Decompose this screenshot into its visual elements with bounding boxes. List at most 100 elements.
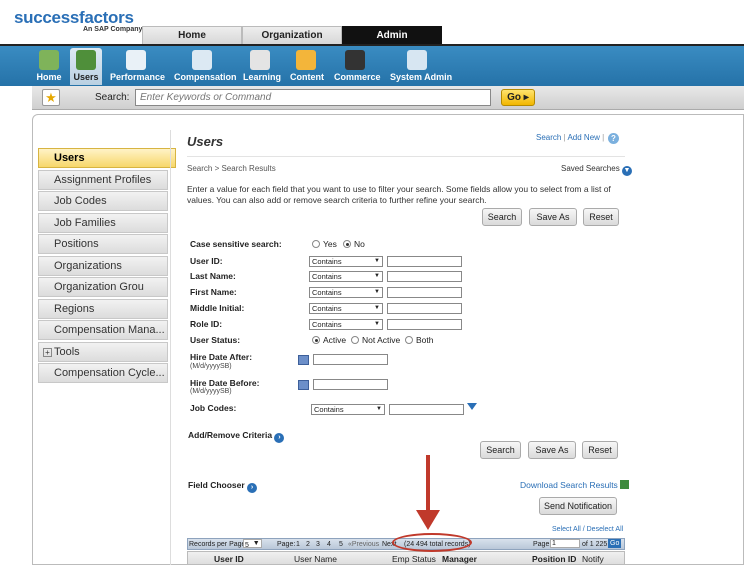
nav-commerce[interactable]: Commerce bbox=[334, 48, 381, 85]
hire-date-after-format: (M/d/yyyySB) bbox=[190, 363, 232, 370]
sidebar-item-organizations[interactable]: Organizations bbox=[38, 255, 168, 276]
job-codes-label: Job Codes: bbox=[190, 403, 237, 413]
status-both-radio[interactable]: Both bbox=[405, 335, 434, 345]
nav-home[interactable]: Home bbox=[34, 48, 64, 85]
nav-users[interactable]: Users bbox=[70, 48, 102, 85]
sidebar-item-compensation-management[interactable]: Compensation Mana... bbox=[38, 320, 168, 340]
hire-date-after-label: Hire Date After: bbox=[190, 352, 253, 362]
tab-home[interactable]: Home bbox=[142, 26, 242, 45]
save-as-button-bottom[interactable]: Save As bbox=[528, 441, 576, 459]
sidebar-item-tools[interactable]: + Tools bbox=[38, 341, 168, 362]
add-remove-criteria-link[interactable]: Add/Remove Criteria › bbox=[188, 430, 285, 443]
learning-icon bbox=[250, 50, 270, 70]
first-name-operator-select[interactable]: Contains ▼ bbox=[309, 287, 383, 298]
compensation-icon bbox=[192, 50, 212, 70]
records-per-page-select[interactable]: 5 ▼ bbox=[243, 539, 262, 549]
first-name-input[interactable] bbox=[387, 287, 462, 298]
sidebar-item-positions[interactable]: Positions bbox=[38, 234, 168, 254]
system-admin-icon bbox=[407, 50, 427, 70]
column-notify[interactable]: Notify bbox=[582, 554, 604, 564]
user-status-label: User Status: bbox=[190, 335, 241, 345]
sidebar-item-job-families[interactable]: Job Families bbox=[38, 212, 168, 233]
tab-admin[interactable]: Admin bbox=[342, 26, 442, 45]
middle-initial-label: Middle Initial: bbox=[190, 303, 245, 313]
content-icon bbox=[296, 50, 316, 70]
tab-organization[interactable]: Organization bbox=[242, 26, 342, 45]
top-tabs: Home Organization Admin bbox=[142, 26, 442, 45]
go-button[interactable]: Go ▸ bbox=[501, 89, 535, 106]
column-emp-status[interactable]: Emp Status bbox=[392, 554, 436, 564]
hire-date-before-label: Hire Date Before: bbox=[190, 378, 260, 388]
role-id-label: Role ID: bbox=[190, 319, 223, 329]
page-link-5[interactable]: 5 bbox=[339, 541, 343, 548]
status-not-active-radio[interactable]: Not Active bbox=[351, 335, 400, 345]
nav-compensation[interactable]: Compensation bbox=[174, 48, 237, 85]
title-separator bbox=[187, 156, 625, 157]
caret-down-icon: ▼ bbox=[374, 258, 380, 264]
last-name-operator-select[interactable]: Contains ▼ bbox=[309, 271, 383, 282]
hire-date-after-input[interactable] bbox=[313, 354, 388, 365]
column-manager[interactable]: Manager bbox=[442, 554, 477, 564]
send-notification-button[interactable]: Send Notification bbox=[539, 497, 617, 515]
search-button-bottom[interactable]: Search bbox=[480, 441, 521, 459]
nav-content[interactable]: Content bbox=[290, 48, 324, 85]
last-name-input[interactable] bbox=[387, 271, 462, 282]
role-id-input[interactable] bbox=[387, 319, 462, 330]
nav-learning[interactable]: Learning bbox=[243, 48, 281, 85]
page-link-3[interactable]: 3 bbox=[316, 541, 320, 548]
hire-date-before-input[interactable] bbox=[313, 379, 388, 390]
field-chooser-link[interactable]: Field Chooser › bbox=[188, 480, 258, 493]
caret-down-icon: ▼ bbox=[376, 406, 382, 412]
page-number-input[interactable]: 1 bbox=[550, 539, 580, 548]
page-link-2[interactable]: 2 bbox=[306, 541, 310, 548]
filter-icon[interactable] bbox=[467, 403, 477, 410]
case-yes-radio[interactable]: Yes bbox=[312, 239, 337, 249]
page-link-4[interactable]: 4 bbox=[327, 541, 331, 548]
sidebar-item-job-codes[interactable]: Job Codes bbox=[38, 191, 168, 211]
role-id-operator-select[interactable]: Contains ▼ bbox=[309, 319, 383, 330]
expand-icon[interactable]: + bbox=[43, 347, 52, 357]
nav-system-admin[interactable]: System Admin bbox=[390, 48, 452, 85]
user-id-operator-select[interactable]: Contains ▼ bbox=[309, 256, 383, 267]
star-icon[interactable]: ★ bbox=[42, 89, 60, 106]
brand-tagline: An SAP Company bbox=[83, 26, 143, 33]
case-no-radio[interactable]: No bbox=[343, 239, 365, 249]
brand-logo[interactable]: successfactors bbox=[14, 8, 134, 28]
column-position-id[interactable]: Position ID bbox=[532, 554, 576, 564]
middle-initial-input[interactable] bbox=[387, 303, 462, 314]
sidebar-item-organization-groups[interactable]: Organization Grou bbox=[38, 277, 168, 297]
search-button[interactable]: Search bbox=[482, 208, 522, 226]
previous-link[interactable]: «Previous bbox=[348, 541, 379, 548]
calendar-icon[interactable] bbox=[298, 380, 309, 390]
sidebar-item-assignment-profiles[interactable]: Assignment Profiles bbox=[38, 169, 168, 190]
page-go-button[interactable]: Go bbox=[608, 539, 622, 548]
search-link[interactable]: Search bbox=[536, 133, 561, 142]
save-as-button[interactable]: Save As bbox=[529, 208, 577, 226]
nav-performance[interactable]: Performance bbox=[110, 48, 165, 85]
job-codes-operator-select[interactable]: Contains ▼ bbox=[311, 404, 385, 415]
content-divider bbox=[170, 130, 171, 565]
sidebar-item-compensation-cycle[interactable]: Compensation Cycle... bbox=[38, 363, 168, 383]
add-new-link[interactable]: Add New bbox=[567, 133, 599, 142]
column-user-id[interactable]: User ID bbox=[214, 554, 244, 564]
caret-down-icon: ▼ bbox=[374, 321, 380, 327]
caret-down-icon: ▼ bbox=[374, 289, 380, 295]
select-all-link[interactable]: Select All / Deselect All bbox=[552, 526, 623, 533]
column-user-name[interactable]: User Name bbox=[294, 554, 337, 564]
page-link-1[interactable]: 1 bbox=[296, 541, 300, 548]
saved-searches-link[interactable]: Saved Searches ▼ bbox=[561, 164, 632, 176]
status-active-radio[interactable]: Active bbox=[312, 335, 346, 345]
sidebar-item-regions[interactable]: Regions bbox=[38, 298, 168, 319]
reset-button[interactable]: Reset bbox=[583, 208, 619, 226]
reset-button-bottom[interactable]: Reset bbox=[582, 441, 618, 459]
help-icon[interactable]: ? bbox=[608, 133, 619, 144]
sidebar-item-users[interactable]: Users bbox=[38, 148, 176, 168]
user-id-input[interactable] bbox=[387, 256, 462, 267]
download-results-link[interactable]: Download Search Results bbox=[520, 480, 629, 490]
calendar-icon[interactable] bbox=[298, 355, 309, 365]
arrow-right-icon: › bbox=[247, 483, 258, 493]
job-codes-input[interactable] bbox=[389, 404, 464, 415]
middle-initial-operator-select[interactable]: Contains ▼ bbox=[309, 303, 383, 314]
search-input[interactable] bbox=[135, 89, 491, 106]
instructions-text: Enter a value for each field that you wa… bbox=[187, 184, 611, 205]
